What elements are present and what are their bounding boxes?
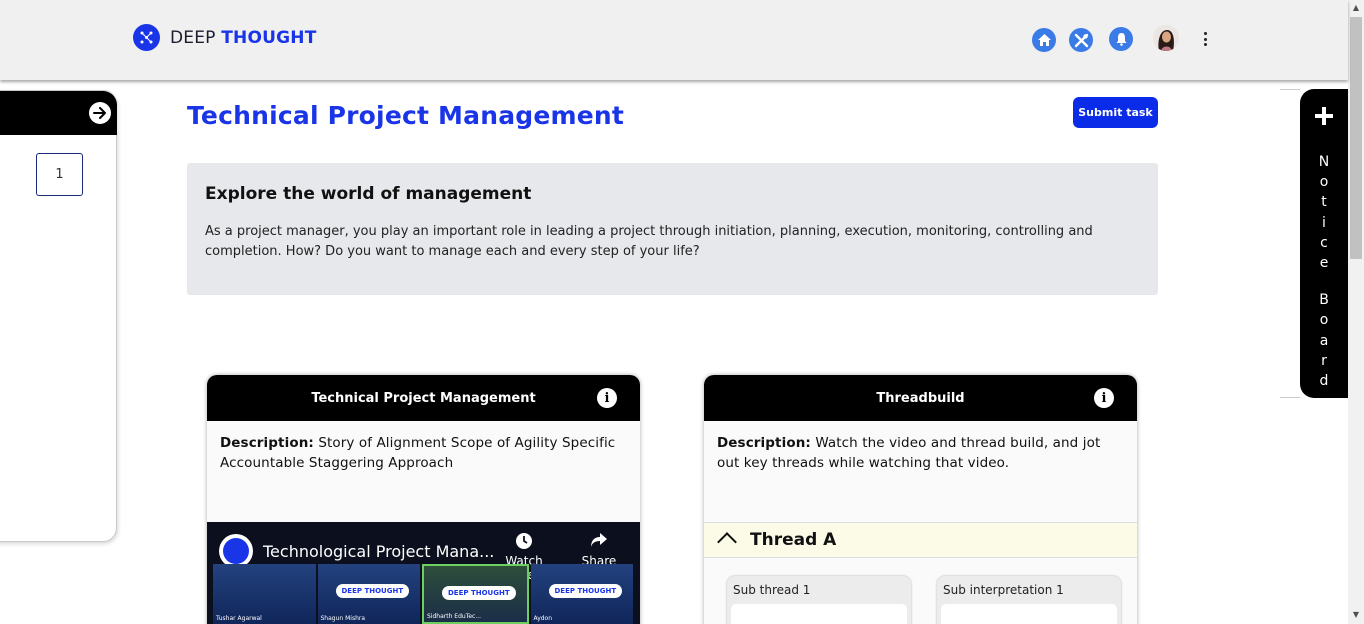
bell-icon[interactable] — [1109, 27, 1133, 51]
info-icon[interactable]: i — [597, 388, 617, 408]
left-panel-header — [0, 91, 117, 135]
tools-icon[interactable] — [1069, 28, 1093, 52]
card-description: Description: Story of Alignment Scope of… — [220, 435, 616, 471]
sub-thread-label: Sub thread 1 — [733, 583, 811, 597]
page-title: Technical Project Management — [187, 101, 625, 130]
threadbuild-card: Threadbuild i Description: Watch the vid… — [704, 375, 1137, 624]
card-title: Technical Project Management — [311, 390, 536, 406]
submit-task-button[interactable]: Submit task — [1073, 97, 1158, 128]
video-player[interactable]: Technological Project Mana... Watch Late… — [207, 522, 640, 624]
chevron-up-icon[interactable] — [717, 532, 737, 552]
info-icon[interactable]: i — [1094, 388, 1114, 408]
intro-body: As a project manager, you play an import… — [205, 224, 1093, 259]
channel-logo-icon[interactable] — [219, 534, 253, 568]
clock-icon — [489, 532, 559, 550]
card-description: Description: Watch the video and thread … — [717, 435, 1101, 471]
video-thumbnails: Tushar Agarwal DEEP THOUGHT Shagun Mishr… — [213, 564, 633, 624]
video-thumbnail: DEEP THOUGHT Shagun Mishra — [317, 564, 420, 624]
notice-board-label: Notice Board — [1318, 154, 1330, 390]
intro-heading: Explore the world of management — [205, 184, 532, 204]
scroll-thumb[interactable] — [1350, 17, 1362, 259]
scroll-down-icon[interactable]: ▼ — [1351, 610, 1361, 620]
share-icon — [564, 532, 634, 550]
sub-interpretation-input[interactable] — [941, 604, 1117, 624]
thread-accordion[interactable]: Thread A — [704, 522, 1137, 558]
sub-interpretation-label: Sub interpretation 1 — [943, 583, 1064, 597]
sub-interpretation-card: Sub interpretation 1 — [937, 576, 1121, 624]
sub-thread-input[interactable] — [731, 604, 907, 624]
card-header: Technical Project Management i — [207, 375, 640, 421]
video-thumbnail: Tushar Agarwal — [213, 564, 316, 624]
page-number-box[interactable]: 1 — [36, 153, 83, 196]
top-header: DEEP THOUGHT — [0, 0, 1348, 80]
video-thumbnail: DEEP THOUGHT Aydon — [530, 564, 633, 624]
more-icon[interactable] — [1197, 29, 1213, 49]
sub-thread-card: Sub thread 1 — [727, 576, 911, 624]
home-icon[interactable] — [1032, 28, 1056, 52]
logo[interactable]: DEEP THOUGHT — [133, 24, 317, 51]
left-panel: 1 — [0, 90, 117, 542]
video-thumbnail-active: DEEP THOUGHT Sidharth EduTec... — [422, 564, 529, 624]
intro-box: Explore the world of management As a pro… — [187, 163, 1158, 295]
video-title[interactable]: Technological Project Mana... — [263, 542, 494, 561]
notice-divider — [1280, 89, 1300, 398]
thread-title: Thread A — [750, 530, 837, 550]
logo-icon — [133, 24, 160, 51]
video-card: Technical Project Management i Descripti… — [207, 375, 640, 624]
card-header: Threadbuild i — [704, 375, 1137, 421]
avatar[interactable] — [1153, 25, 1179, 51]
plus-icon[interactable] — [1314, 106, 1334, 126]
card-title: Threadbuild — [876, 390, 965, 406]
notice-board[interactable]: Notice Board — [1300, 89, 1348, 398]
logo-text: DEEP THOUGHT — [170, 27, 317, 48]
scroll-up-icon[interactable]: ▲ — [1351, 3, 1361, 13]
arrow-right-icon[interactable] — [89, 102, 111, 124]
share-button[interactable]: Share — [564, 532, 634, 568]
scrollbar[interactable]: ▲ ▼ — [1348, 0, 1364, 624]
